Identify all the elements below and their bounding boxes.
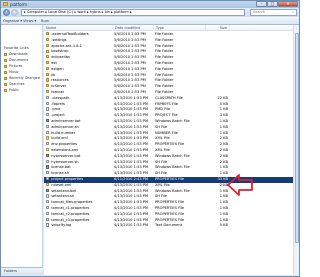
vertical-scrollbar[interactable] (293, 25, 299, 275)
favorite-link-public[interactable]: Public (4, 88, 19, 93)
close-button[interactable]: ✕ (278, 1, 298, 7)
xml-icon (46, 182, 50, 187)
pictures-icon (4, 64, 7, 68)
file-icon (46, 217, 50, 221)
file-icon (46, 200, 50, 204)
file-icon (46, 211, 50, 215)
minimize-button[interactable]: – (256, 1, 267, 7)
file-icon (46, 101, 50, 105)
favorite-link-recently-changed[interactable]: Recently Changed (4, 76, 40, 81)
favorite-link-downloads[interactable]: Downloads (4, 52, 28, 57)
command-toolbar: Organize ▾ Views ▾ Burn (1, 17, 299, 25)
file-date-modified: 4/13/2010 1:53 PM (114, 223, 149, 228)
left-arrow-annotation-icon (227, 174, 253, 196)
favorite-link-music[interactable]: Music (4, 70, 19, 75)
maximize-button[interactable]: □ (267, 1, 278, 7)
folder-icon (46, 61, 50, 65)
window-title: platform (10, 2, 27, 7)
file-icon (46, 124, 50, 129)
file-list: .externalToolBuilders 5/6/2010 2:53 PM Fil… (44, 32, 293, 229)
folder-icon (46, 55, 50, 59)
folder-icon (46, 66, 50, 71)
file-icon (46, 130, 50, 134)
organize-button[interactable]: Organize ▾ (3, 18, 22, 24)
column-header: Name Date modified Type Size (44, 25, 293, 31)
searches-icon (4, 82, 7, 86)
recently-changed-icon (4, 76, 7, 80)
favorite-link-pictures[interactable]: Pictures (4, 64, 22, 69)
file-icon (46, 177, 50, 181)
file-size: 0 KB (219, 223, 228, 228)
column-name[interactable]: Name (44, 25, 113, 31)
search-input[interactable]: Search ⌕ (250, 9, 297, 16)
xml-icon (46, 148, 50, 152)
views-button[interactable]: Views ▾ (23, 18, 36, 24)
favorite-link-searches[interactable]: Searches (4, 82, 25, 87)
folder-icon (46, 32, 50, 36)
folders-toggle[interactable]: Folders (1, 267, 43, 275)
title-bar[interactable]: platform – □ ✕ (1, 1, 299, 8)
scrollbar-thumb[interactable] (295, 33, 299, 243)
file-icon (46, 113, 50, 117)
navigation-pane: Favorite Links Downloads Documents Pictu… (1, 25, 43, 267)
column-date-modified[interactable]: Date modified (113, 25, 154, 31)
explorer-window: platform – □ ✕ ‹ › ▸ Computer ▸ Local Di… (0, 0, 300, 277)
file-icon (46, 171, 50, 175)
file-list-pane: Name Date modified Type Size .externalTo… (44, 25, 293, 275)
back-button[interactable]: ‹ (3, 9, 10, 16)
batch-icon (46, 188, 50, 192)
music-icon (4, 70, 7, 74)
file-icon (46, 194, 50, 198)
address-field[interactable]: ▸ Computer ▸ Local Disk (C:) ▸ work ▸ hy… (21, 9, 245, 16)
folder-icon (46, 37, 50, 42)
public-icon (4, 88, 7, 92)
file-icon (46, 206, 50, 210)
batch-icon (46, 165, 50, 169)
favorite-links-heading: Favorite Links (4, 46, 29, 50)
folder-icon (46, 78, 50, 82)
xml-icon (46, 136, 50, 140)
favorite-link-documents[interactable]: Documents (4, 58, 28, 63)
documents-icon (4, 58, 7, 62)
folder-icon (46, 49, 50, 53)
downloads-icon (4, 52, 7, 56)
file-name: velocity.log (46, 223, 113, 229)
folder-icon (46, 72, 50, 76)
folder-icon (3, 2, 8, 6)
forward-button[interactable]: › (11, 9, 18, 16)
column-type[interactable]: Type (154, 25, 206, 31)
burn-button[interactable]: Burn (41, 18, 49, 24)
file-type: Text Document (155, 223, 183, 228)
file-icon (46, 159, 50, 163)
folder-icon (46, 84, 50, 88)
file-icon (46, 95, 50, 100)
folder-icon (46, 43, 50, 47)
address-bar: ‹ › ▸ Computer ▸ Local Disk (C:) ▸ work … (1, 8, 299, 17)
txt-icon (46, 223, 50, 227)
batch-icon (46, 119, 50, 123)
folder-icon (46, 90, 50, 94)
table-row[interactable]: velocity.log 4/13/2010 1:53 PM Text Docume… (44, 223, 293, 229)
file-icon (46, 142, 50, 146)
search-placeholder: Search (253, 10, 266, 14)
search-icon[interactable]: ⌕ (292, 10, 294, 15)
batch-icon (46, 153, 50, 158)
column-size[interactable]: Size (206, 25, 230, 31)
file-icon (46, 107, 50, 111)
